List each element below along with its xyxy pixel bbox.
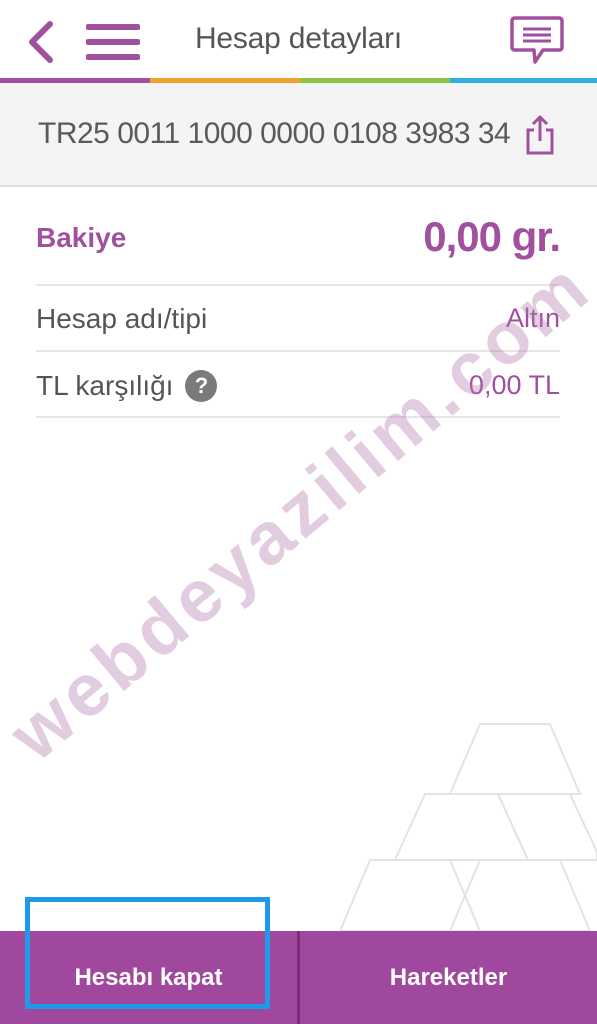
close-account-button[interactable]: Hesabı kapat <box>0 931 300 1024</box>
transactions-button[interactable]: Hareketler <box>300 931 597 1024</box>
page-title: Hesap detayları <box>194 22 403 55</box>
back-button[interactable] <box>18 16 62 68</box>
help-icon[interactable]: ? <box>185 370 218 402</box>
share-icon <box>526 115 554 155</box>
app-header: Hesap detayları <box>0 0 597 78</box>
balance-row: Bakiye 0,00 gr. <box>36 189 561 286</box>
balance-label: Bakiye <box>36 222 127 253</box>
iban-row: TR25 0011 1000 0000 0108 3983 34 <box>0 83 597 187</box>
chat-bubble-icon <box>510 16 564 64</box>
hamburger-menu-icon <box>86 24 140 60</box>
share-button[interactable] <box>520 111 560 159</box>
bottom-action-bar: Hesabı kapat Hareketler <box>0 931 597 1024</box>
menu-button[interactable] <box>80 18 146 66</box>
messages-button[interactable] <box>506 12 568 70</box>
tl-equivalent-label-wrap: TL karşılığı ? <box>36 370 218 402</box>
account-name-type-label: Hesap adı/tipi <box>36 303 208 334</box>
tl-equivalent-row: TL karşılığı ? 0,00 TL <box>36 352 560 418</box>
iban-text: TR25 0011 1000 0000 0108 3983 34 <box>38 117 511 150</box>
chevron-left-icon <box>29 21 53 63</box>
balance-value: 0,00 gr. <box>423 213 561 260</box>
account-name-type-row: Hesap adı/tipi Altın <box>36 286 560 352</box>
tl-equivalent-value: 0,00 TL <box>468 370 560 400</box>
gold-bars-background-image <box>340 723 597 931</box>
account-name-type-value: Altın <box>505 303 560 333</box>
tl-equivalent-label: TL karşılığı <box>36 370 174 401</box>
